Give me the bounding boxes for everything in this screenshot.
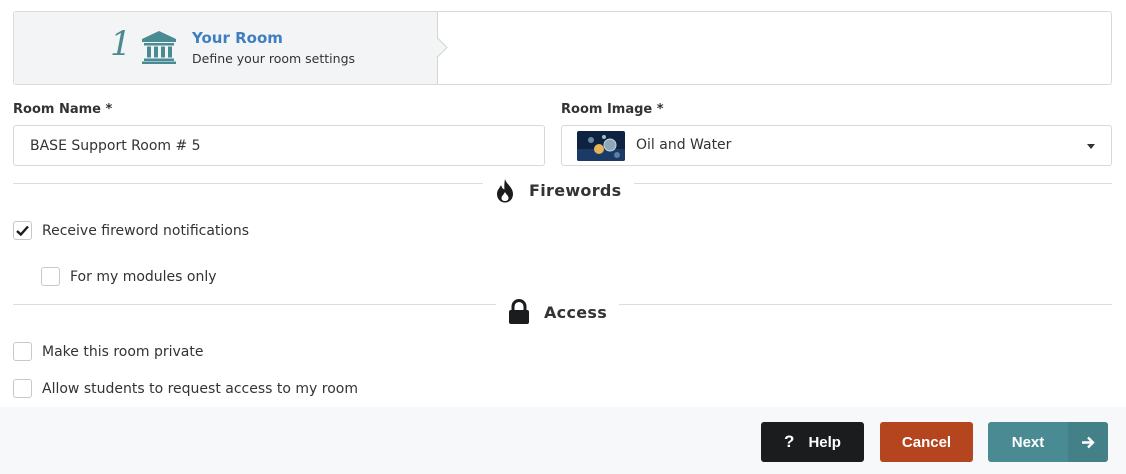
private-checkbox[interactable] (13, 342, 32, 361)
help-button[interactable]: ? Help (761, 422, 864, 462)
help-label: Help (808, 433, 841, 451)
step-title: Your Room (192, 29, 283, 47)
room-image-value: Oil and Water (636, 137, 732, 153)
make-room-private[interactable]: Make this room private (13, 342, 204, 361)
check-icon (16, 225, 29, 236)
next-button[interactable]: Next (988, 422, 1108, 462)
firewords-title: Firewords (529, 180, 622, 200)
modules-only-checkbox[interactable] (41, 267, 60, 286)
receive-fireword-checkbox[interactable] (13, 221, 32, 240)
cancel-button[interactable]: Cancel (880, 422, 973, 462)
step-your-room[interactable]: 1 Your Room Define your room settings (14, 12, 438, 84)
room-name-input[interactable] (13, 125, 545, 166)
step-progress: 1 Your Room Define your room settings (13, 11, 1112, 85)
chevron-down-icon (1087, 144, 1095, 149)
access-heading: Access (496, 297, 620, 327)
question-icon: ? (784, 432, 795, 451)
receive-fireword-label: Receive fireword notifications (42, 222, 250, 239)
request-access-checkbox[interactable] (13, 379, 32, 398)
step-description: Define your room settings (192, 51, 356, 66)
for-my-modules-only[interactable]: For my modules only (41, 267, 217, 286)
arrow-right-icon (1082, 436, 1095, 448)
allow-access-requests[interactable]: Allow students to request access to my r… (13, 379, 358, 398)
request-access-label: Allow students to request access to my r… (42, 380, 358, 397)
room-name-label: Room Name * (13, 102, 113, 117)
room-image-dropdown[interactable]: Oil and Water (561, 125, 1112, 166)
private-label: Make this room private (42, 343, 204, 360)
receive-fireword-notifications[interactable]: Receive fireword notifications (13, 221, 249, 240)
step-number: 1 (110, 24, 132, 64)
lock-icon (509, 299, 529, 324)
modules-only-label: For my modules only (70, 268, 217, 285)
cancel-label: Cancel (901, 433, 952, 451)
footer-actions: ? Help Cancel Next (0, 407, 1126, 474)
next-label: Next (1011, 433, 1045, 451)
firewords-heading: Firewords (483, 175, 634, 205)
bank-icon (142, 31, 176, 64)
fire-icon (497, 178, 513, 202)
room-image-thumbnail (577, 131, 625, 161)
access-title: Access (544, 302, 608, 322)
room-image-label: Room Image * (561, 102, 664, 117)
